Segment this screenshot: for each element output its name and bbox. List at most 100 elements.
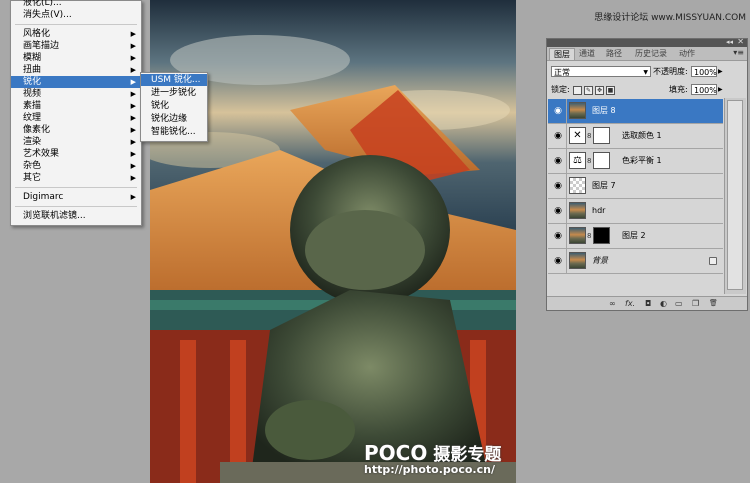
group-icon[interactable]: ▭: [675, 298, 683, 309]
opacity-dropdown-icon[interactable]: ▶: [718, 66, 723, 77]
poco-watermark: POCO 摄影专题: [364, 440, 501, 465]
link-chain-icon: 8: [587, 132, 592, 140]
menu-item-label: 纹理: [23, 113, 42, 123]
menu-item-video[interactable]: 视频 ▶: [11, 88, 141, 100]
fill-input[interactable]: 100%: [691, 84, 717, 95]
layer-row-background[interactable]: ◉ 背景: [548, 249, 723, 274]
submenu-arrow-icon: ▶: [130, 162, 136, 170]
menu-item-blur[interactable]: 模糊 ▶: [11, 52, 141, 64]
menu-item-brush-strokes[interactable]: 画笔描边 ▶: [11, 40, 141, 52]
tab-history[interactable]: 历史记录: [629, 48, 673, 59]
fx-icon[interactable]: fx.: [625, 298, 635, 309]
eye-icon: ◉: [554, 106, 562, 116]
visibility-toggle[interactable]: ◉: [549, 174, 567, 198]
menu-item-texture[interactable]: 纹理 ▶: [11, 112, 141, 124]
tab-channels[interactable]: 通道: [575, 48, 599, 59]
submenu-item-unsharp-mask[interactable]: USM 锐化...: [141, 74, 207, 86]
visibility-toggle[interactable]: ◉: [549, 99, 567, 123]
link-chain-icon: 8: [587, 232, 592, 240]
lock-position-icon[interactable]: ✥: [595, 86, 604, 95]
menu-item-label: 像素化: [23, 125, 51, 135]
visibility-toggle[interactable]: ◉: [549, 149, 567, 173]
eye-icon: ◉: [554, 206, 562, 216]
menu-item-label: Digimarc: [23, 192, 64, 202]
tab-actions[interactable]: 动作: [675, 48, 699, 59]
menu-item-pixelate[interactable]: 像素化 ▶: [11, 124, 141, 136]
menu-item-label: 渲染: [23, 137, 42, 147]
submenu-arrow-icon: ▶: [130, 42, 136, 50]
mask-icon[interactable]: ◘: [645, 298, 651, 309]
visibility-toggle[interactable]: ◉: [549, 199, 567, 223]
layer-name[interactable]: 图层 7: [592, 174, 616, 198]
layer-name[interactable]: hdr: [592, 199, 605, 223]
layer-row-color-balance[interactable]: ◉ ⚖ 8 色彩平衡 1: [548, 149, 723, 174]
layer-row-layer7[interactable]: ◉ 图层 7: [548, 174, 723, 199]
watermark-subtitle: 摄影专题: [433, 445, 502, 465]
layer-row-layer8[interactable]: ◉ 图层 8: [548, 99, 723, 124]
layer-mask-thumbnail[interactable]: [593, 227, 610, 244]
menu-item-label: 画笔描边: [23, 41, 60, 51]
submenu-arrow-icon: ▶: [130, 30, 136, 38]
collapse-icon[interactable]: ◂◂: [726, 38, 733, 46]
menu-item-vanishing-point[interactable]: 消失点(V)...: [11, 9, 141, 21]
layer-name[interactable]: 色彩平衡 1: [622, 149, 662, 173]
menu-item-other[interactable]: 其它 ▶: [11, 172, 141, 184]
layer-row-selective-color[interactable]: ◉ ✕ 8 选取颜色 1: [548, 124, 723, 149]
menu-item-distort[interactable]: 扭曲 ▶: [11, 64, 141, 76]
layer-thumbnail: [569, 202, 586, 219]
submenu-item-sharpen-edges[interactable]: 锐化边缘: [141, 113, 207, 125]
menu-separator: [15, 187, 137, 188]
menu-item-sharpen[interactable]: 锐化 ▶: [11, 76, 141, 88]
watermark-url: http://photo.poco.cn/: [364, 463, 495, 476]
submenu-arrow-icon: ▶: [130, 54, 136, 62]
panel-bottom-bar: ∞ fx. ◘ ◐ ▭ ❐ 🗑: [547, 296, 747, 310]
menu-separator: [15, 206, 137, 207]
submenu-item-smart-sharpen[interactable]: 智能锐化...: [141, 126, 207, 138]
eye-icon: ◉: [554, 156, 562, 166]
menu-item-liquify[interactable]: 液化(L)...: [11, 0, 141, 9]
layer-mask-thumbnail[interactable]: [593, 152, 610, 169]
layer-name[interactable]: 背景: [592, 249, 608, 273]
menu-item-digimarc[interactable]: Digimarc ▶: [11, 191, 141, 203]
lock-transparency-icon[interactable]: [573, 86, 582, 95]
submenu-arrow-icon: ▶: [130, 174, 136, 182]
lock-all-icon[interactable]: ■: [606, 86, 615, 95]
menu-item-artistic[interactable]: 艺术效果 ▶: [11, 148, 141, 160]
layer-mask-thumbnail[interactable]: [593, 127, 610, 144]
submenu-arrow-icon: ▶: [130, 102, 136, 110]
menu-item-sketch[interactable]: 素描 ▶: [11, 100, 141, 112]
submenu-arrow-icon: ▶: [130, 126, 136, 134]
blend-mode-select[interactable]: 正常 ▼: [551, 66, 651, 77]
visibility-toggle[interactable]: ◉: [549, 224, 567, 248]
new-layer-icon[interactable]: ❐: [692, 298, 699, 309]
layer-name[interactable]: 图层 2: [622, 224, 646, 248]
menu-item-render[interactable]: 渲染 ▶: [11, 136, 141, 148]
close-icon[interactable]: ✕: [737, 37, 744, 46]
menu-item-stylize[interactable]: 风格化 ▶: [11, 28, 141, 40]
tab-layers[interactable]: 图层: [549, 48, 575, 60]
lock-icon: [709, 257, 717, 265]
tab-paths[interactable]: 路径: [602, 48, 626, 59]
layer-row-layer2[interactable]: ◉ 8 图层 2: [548, 224, 723, 249]
adjustment-icon[interactable]: ◐: [660, 298, 667, 309]
panel-title-bar[interactable]: ◂◂ ✕: [547, 37, 747, 47]
opacity-input[interactable]: 100%: [691, 66, 717, 77]
layer-name[interactable]: 图层 8: [592, 99, 616, 123]
eye-icon: ◉: [554, 256, 562, 266]
menu-item-browse-filters[interactable]: 浏览联机滤镜...: [11, 210, 141, 222]
submenu-item-sharpen-more[interactable]: 进一步锐化: [141, 87, 207, 99]
submenu-item-sharpen[interactable]: 锐化: [141, 100, 207, 112]
trash-icon[interactable]: 🗑: [709, 298, 718, 309]
panel-menu-icon[interactable]: ▾≡: [733, 48, 744, 57]
visibility-toggle[interactable]: ◉: [549, 124, 567, 148]
link-icon[interactable]: ∞: [609, 298, 616, 309]
layer-name[interactable]: 选取颜色 1: [622, 124, 662, 148]
submenu-arrow-icon: ▶: [130, 78, 136, 86]
visibility-toggle[interactable]: ◉: [549, 249, 567, 273]
lock-pixels-icon[interactable]: ✎: [584, 86, 593, 95]
layer-row-hdr[interactable]: ◉ hdr: [548, 199, 723, 224]
scrollbar-thumb[interactable]: [727, 100, 743, 290]
fill-dropdown-icon[interactable]: ▶: [718, 84, 723, 95]
layers-scrollbar[interactable]: [724, 98, 746, 294]
menu-item-noise[interactable]: 杂色 ▶: [11, 160, 141, 172]
